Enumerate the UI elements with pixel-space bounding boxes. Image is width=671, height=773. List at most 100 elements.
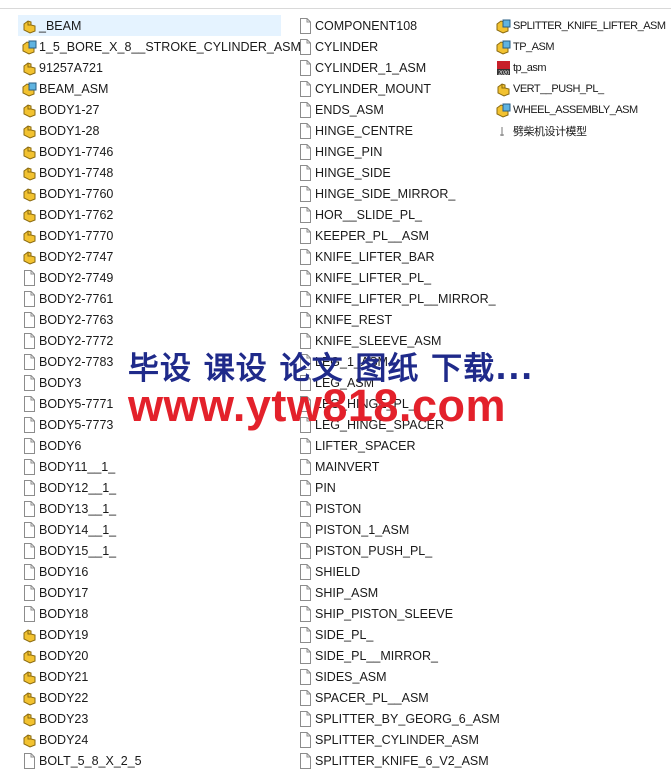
file-name: BODY2-7763 — [39, 312, 114, 327]
file-item[interactable]: BODY5-7773 — [18, 414, 113, 435]
file-item[interactable]: BODY24 — [18, 729, 88, 750]
file-icon — [298, 59, 313, 76]
file-item[interactable]: BODY3 — [18, 372, 81, 393]
file-item[interactable]: SHIELD — [294, 561, 360, 582]
file-item[interactable]: BODY12__1_ — [18, 477, 116, 498]
file-item[interactable]: BEAM_ASM — [18, 78, 108, 99]
file-item[interactable]: BODY15__1_ — [18, 540, 116, 561]
file-item[interactable]: PISTON_1_ASM — [294, 519, 409, 540]
file-icon — [298, 164, 313, 181]
file-item[interactable]: SPACER_PL__ASM — [294, 687, 429, 708]
file-item[interactable]: BODY19 — [18, 624, 88, 645]
file-item[interactable]: MAINVERT — [294, 456, 379, 477]
file-item[interactable]: BODY2-7772 — [18, 330, 113, 351]
file-item[interactable]: HINGE_SIDE — [294, 162, 391, 183]
file-item[interactable]: HINGE_CENTRE — [294, 120, 413, 141]
file-icon — [298, 668, 313, 685]
file-item[interactable]: VERT__PUSH_PL_ — [492, 78, 604, 99]
file-icon — [298, 206, 313, 223]
file-name: SPACER_PL__ASM — [315, 690, 429, 705]
file-item[interactable]: KNIFE_LIFTER_PL__MIRROR_ — [294, 288, 496, 309]
file-icon — [298, 479, 313, 496]
file-name: BODY2-7749 — [39, 270, 114, 285]
file-item[interactable]: BODY17 — [18, 582, 88, 603]
file-item[interactable]: KNIFE_REST — [294, 309, 392, 330]
file-name: BODY15__1_ — [39, 543, 117, 558]
file-item[interactable]: KNIFE_LIFTER_BAR — [294, 246, 434, 267]
file-item[interactable]: BODY1-28 — [18, 120, 99, 141]
part-icon — [22, 711, 37, 727]
file-item[interactable]: 劈柴机设计模型 — [492, 120, 587, 141]
file-item[interactable]: BODY2-7747 — [18, 246, 113, 267]
file-item[interactable]: BODY2-7763 — [18, 309, 113, 330]
file-item[interactable]: LIFTER_SPACER — [294, 435, 416, 456]
file-item[interactable]: 91257A721 — [18, 57, 103, 78]
file-item[interactable]: BODY2-7761 — [18, 288, 113, 309]
file-item[interactable]: HOR__SLIDE_PL_ — [294, 204, 422, 225]
file-item[interactable]: SIDE_PL_ — [294, 624, 373, 645]
file-item[interactable]: KEEPER_PL__ASM — [294, 225, 429, 246]
file-name: WHEEL_ASSEMBLY_ASM — [513, 103, 638, 116]
file-item[interactable]: PISTON_PUSH_PL_ — [294, 540, 432, 561]
file-item[interactable]: HINGE_SIDE_MIRROR_ — [294, 183, 455, 204]
file-name: SIDES_ASM — [315, 669, 387, 684]
file-item[interactable]: PISTON — [294, 498, 361, 519]
file-name: CYLINDER_1_ASM — [315, 60, 427, 75]
file-item[interactable]: 2020 tp_asm — [492, 57, 547, 78]
file-item[interactable]: BODY11__1_ — [18, 456, 115, 477]
file-item[interactable]: _BEAM — [18, 15, 281, 36]
file-item[interactable]: BODY1-7748 — [18, 162, 113, 183]
file-name: SPLITTER_CYLINDER_ASM — [315, 732, 479, 747]
file-item[interactable]: COMPONENT108 — [294, 15, 417, 36]
file-item[interactable]: PIN — [294, 477, 336, 498]
file-item[interactable]: BOLT_5_8_X_2_5 — [18, 750, 142, 771]
file-name: BODY5-7773 — [39, 417, 114, 432]
file-item[interactable]: BODY14__1_ — [18, 519, 116, 540]
file-item[interactable]: BODY6 — [18, 435, 81, 456]
file-item[interactable]: WHEEL_ASSEMBLY_ASM — [492, 99, 638, 120]
file-item[interactable]: BODY2-7749 — [18, 267, 113, 288]
file-name: BODY1-28 — [39, 123, 100, 138]
file-item[interactable]: BODY23 — [18, 708, 88, 729]
file-item[interactable]: BODY22 — [18, 687, 88, 708]
file-item[interactable]: SPLITTER_KNIFE_6_V2_ASM — [294, 750, 489, 771]
file-item[interactable]: HINGE_PIN — [294, 141, 382, 162]
file-item[interactable]: BODY1-7762 — [18, 204, 113, 225]
file-item[interactable]: BODY13__1_ — [18, 498, 116, 519]
file-item[interactable]: BODY1-7746 — [18, 141, 113, 162]
file-icon — [22, 542, 37, 559]
file-item[interactable]: SPLITTER_BY_GEORG_6_ASM — [294, 708, 500, 729]
file-item[interactable]: 1_5_BORE_X_8__STROKE_CYLINDER_ASM — [18, 36, 301, 57]
file-item[interactable]: SPLITTER_CYLINDER_ASM — [294, 729, 479, 750]
file-item[interactable]: BODY5-7771 — [18, 393, 113, 414]
file-item[interactable]: BODY1-27 — [18, 99, 99, 120]
file-item[interactable]: BODY2-7783 — [18, 351, 113, 372]
file-name: BODY18 — [39, 606, 89, 621]
file-item[interactable]: KNIFE_LIFTER_PL_ — [294, 267, 431, 288]
file-name: BODY1-7748 — [39, 165, 114, 180]
file-item[interactable]: SPLITTER_KNIFE_LIFTER_ASM — [492, 15, 666, 36]
file-item[interactable]: BODY16 — [18, 561, 88, 582]
file-item[interactable]: BODY21 — [18, 666, 88, 687]
file-item[interactable]: SIDES_ASM — [294, 666, 387, 687]
file-item[interactable]: CYLINDER_MOUNT — [294, 78, 431, 99]
solidworks-2020-icon: 2020 — [496, 60, 511, 76]
file-item[interactable]: SIDE_PL__MIRROR_ — [294, 645, 438, 666]
file-item[interactable]: BODY18 — [18, 603, 88, 624]
file-icon — [22, 395, 37, 412]
file-item[interactable]: CYLINDER_1_ASM — [294, 57, 426, 78]
file-item[interactable]: CYLINDER — [294, 36, 378, 57]
file-name: HINGE_PIN — [315, 144, 383, 159]
file-item[interactable]: BODY1-7770 — [18, 225, 113, 246]
file-item[interactable]: TP_ASM — [492, 36, 555, 57]
part-icon — [22, 18, 37, 34]
file-item[interactable]: SHIP_ASM — [294, 582, 378, 603]
file-item[interactable]: ENDS_ASM — [294, 99, 384, 120]
file-name: BODY19 — [39, 627, 89, 642]
file-item[interactable]: SHIP_PISTON_SLEEVE — [294, 603, 453, 624]
file-name: _BEAM — [39, 18, 82, 33]
file-name: SHIP_PISTON_SLEEVE — [315, 606, 454, 621]
file-name: KEEPER_PL__ASM — [315, 228, 429, 243]
file-item[interactable]: BODY1-7760 — [18, 183, 113, 204]
file-item[interactable]: BODY20 — [18, 645, 88, 666]
